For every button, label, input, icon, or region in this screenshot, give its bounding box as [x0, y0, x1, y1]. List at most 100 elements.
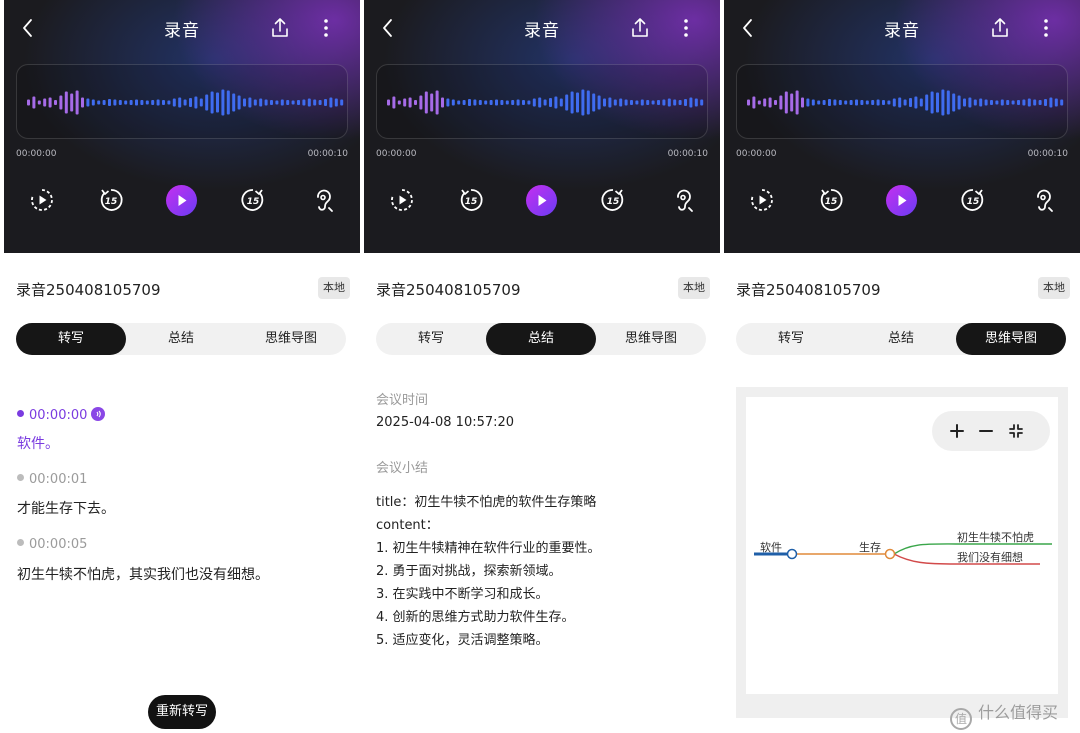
waveform-bar [646, 100, 650, 105]
waveform-bar [199, 98, 203, 107]
segment-timestamp[interactable]: 00:00:05 [17, 537, 87, 552]
waveform-bar [27, 99, 30, 106]
earpiece-icon[interactable] [307, 184, 339, 216]
waveform-panel[interactable] [16, 64, 348, 139]
player-header: 录音 00:00:00 00:00:10 15 15 [4, 0, 360, 253]
waveform-bar [549, 98, 552, 107]
share-icon[interactable] [268, 16, 292, 40]
play-from-start-icon[interactable] [746, 184, 778, 216]
fit-screen-icon[interactable] [1006, 421, 1026, 441]
waveform-bar [189, 98, 192, 107]
play-from-start-icon[interactable] [26, 184, 58, 216]
earpiece-icon[interactable] [667, 184, 699, 216]
waveform-bar [752, 96, 756, 109]
waveform-bar [302, 99, 306, 106]
mindmap-canvas[interactable]: 软件 生存 初生牛犊不怕虎 我们没有细想 [746, 397, 1058, 694]
waveform-bar [678, 100, 682, 105]
zoom-in-icon[interactable] [947, 421, 967, 441]
segment-time-text: 00:00:05 [29, 537, 88, 552]
rewind-15-icon[interactable]: 15 [95, 184, 127, 216]
waveform-bar [468, 99, 471, 106]
waveform-bar [806, 98, 810, 107]
segment-text[interactable]: 初生牛犊不怕虎，其实我们也没有细想。 [17, 564, 269, 584]
tab-transcript[interactable]: 转写 [736, 323, 846, 355]
waveform-bar [403, 98, 407, 107]
zoom-out-icon[interactable] [976, 421, 996, 441]
waveform-bar [876, 99, 880, 106]
tab-transcript[interactable]: 转写 [376, 323, 486, 355]
earpiece-icon[interactable] [1027, 184, 1059, 216]
tab-summary[interactable]: 总结 [486, 323, 596, 355]
mindmap-node-leaf[interactable]: 初生牛犊不怕虎 [957, 529, 1034, 545]
waveform-bar [630, 100, 633, 105]
waveform-bar [307, 98, 311, 107]
waveform-bar [124, 100, 128, 105]
segment-text[interactable]: 软件。 [17, 433, 59, 453]
waveform-bar [667, 98, 671, 107]
waveform-bar [243, 98, 246, 107]
waveform-bar [925, 94, 929, 111]
waveform-bar [408, 97, 412, 108]
waveform-bar [624, 99, 628, 106]
waveform-bar [887, 100, 891, 105]
tab-mindmap[interactable]: 思维导图 [596, 323, 706, 355]
waveform-bar [603, 98, 606, 107]
share-icon[interactable] [628, 16, 652, 40]
waveform-bar [259, 98, 263, 107]
waveform-bar [581, 89, 585, 116]
waveform-bar [1033, 99, 1037, 106]
tab-mindmap[interactable]: 思维导图 [236, 323, 346, 355]
tab-summary[interactable]: 总结 [126, 323, 236, 355]
waveform-bar [527, 100, 531, 105]
meeting-brief-label: 会议小结 [376, 461, 429, 476]
waveform-bar [779, 95, 783, 110]
rewind-15-icon[interactable]: 15 [455, 184, 487, 216]
waveform [387, 89, 704, 116]
mindmap-node-leaf[interactable]: 我们没有细想 [957, 549, 1023, 565]
svg-text:15: 15 [967, 197, 980, 207]
waveform-bar [118, 100, 122, 105]
share-icon[interactable] [988, 16, 1012, 40]
forward-15-icon[interactable]: 15 [957, 184, 989, 216]
waveform-bar [968, 97, 972, 108]
waveform-bar [172, 98, 176, 107]
segment-text[interactable]: 才能生存下去。 [17, 498, 115, 518]
segment-timestamp[interactable]: 00:00:00 [17, 407, 106, 423]
more-icon[interactable] [1034, 16, 1058, 40]
mindmap-node-child[interactable]: 生存 [859, 539, 881, 555]
waveform-bar [43, 98, 47, 107]
waveform-bar [478, 100, 482, 105]
tab-mindmap[interactable]: 思维导图 [956, 323, 1066, 355]
retranscribe-button[interactable]: 重新转写 [148, 695, 217, 729]
segment-timestamp[interactable]: 00:00:01 [17, 472, 87, 487]
waveform-bar [694, 98, 698, 107]
waveform-bar [59, 95, 63, 110]
current-time: 00:00:00 [736, 149, 777, 159]
mindmap-node-root[interactable]: 软件 [760, 539, 782, 555]
storage-badge: 本地 [318, 277, 350, 299]
tab-summary[interactable]: 总结 [846, 323, 956, 355]
page-title: 录音 [164, 21, 200, 41]
more-icon[interactable] [674, 16, 698, 40]
forward-15-icon[interactable]: 15 [597, 184, 629, 216]
waveform-panel[interactable] [736, 64, 1068, 139]
play-button[interactable] [166, 185, 197, 216]
waveform-bar [892, 98, 896, 107]
play-button[interactable] [526, 185, 557, 216]
more-icon[interactable] [314, 16, 338, 40]
waveform-bar [226, 90, 230, 115]
play-button[interactable] [886, 185, 917, 216]
screen-summary: 录音 00:00:00 00:00:10 15 15 录音25040810570… [364, 0, 720, 733]
waveform-bar [619, 98, 623, 107]
tab-transcript[interactable]: 转写 [16, 323, 126, 355]
forward-15-icon[interactable]: 15 [237, 184, 269, 216]
total-time: 00:00:10 [1027, 149, 1068, 159]
waveform-bar [264, 99, 268, 106]
play-from-start-icon[interactable] [386, 184, 418, 216]
waveform [747, 89, 1064, 116]
rewind-15-icon[interactable]: 15 [815, 184, 847, 216]
waveform-bar [984, 99, 988, 106]
waveform-bar [313, 99, 317, 106]
summary-line: title：初生牛犊不怕虎的软件生存策略 [376, 495, 597, 510]
waveform-panel[interactable] [376, 64, 708, 139]
